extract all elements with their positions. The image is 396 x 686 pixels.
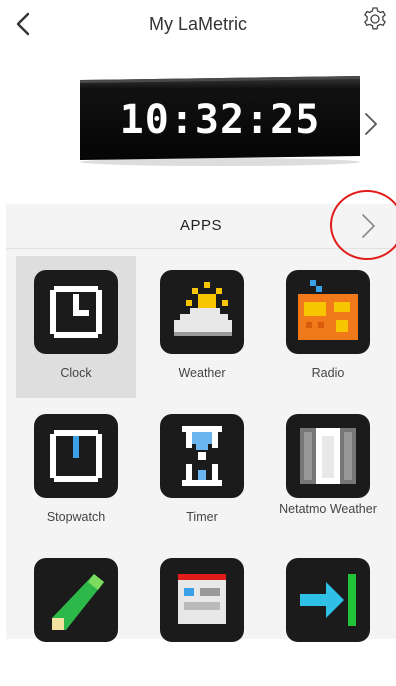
radio-icon [286,270,370,354]
app-label: Radio [311,366,345,380]
top-bar: My LaMetric [0,0,396,56]
app-label: Stopwatch [46,510,106,524]
gear-icon[interactable] [362,6,388,32]
app-label: Weather [178,366,226,380]
page-title: My LaMetric [148,14,247,34]
app-tile-clock[interactable]: Clock [16,256,136,398]
app-tile-netatmo-weather[interactable]: Netatmo Weather [268,400,388,542]
apps-title: APPS [179,217,223,234]
stopwatch-icon [34,414,118,498]
app-tile-calendar[interactable] [142,544,262,686]
app-label: Timer [186,510,218,524]
apps-panel: APPS Clock Weather Radio Stopwatch Timer… [6,190,396,642]
weather-icon [160,270,244,354]
app-tile-radio[interactable]: Radio [268,256,388,398]
app-tile-stopwatch[interactable]: Stopwatch [16,400,136,542]
apps-header[interactable]: APPS [6,190,396,260]
apps-chevron-icon[interactable] [356,210,380,242]
app-tile-weather[interactable]: Weather [142,256,262,398]
device-chevron-icon[interactable] [360,110,382,138]
device-time-display: 10:32:25 [120,97,321,143]
app-tile-progress[interactable] [16,544,136,686]
clock-icon [34,270,118,354]
arrow-right-icon [286,558,370,642]
netatmo-weather-icon [286,414,370,498]
app-label: Clock [60,366,92,380]
lametric-device-image[interactable]: 10:32:25 [70,70,370,170]
app-label: Netatmo Weather [279,502,377,516]
app-tile-timer[interactable]: Timer [142,400,262,542]
calendar-icon [160,558,244,642]
app-tile-arrow[interactable] [268,544,388,686]
progress-bar-icon [34,558,118,642]
timer-icon [160,414,244,498]
